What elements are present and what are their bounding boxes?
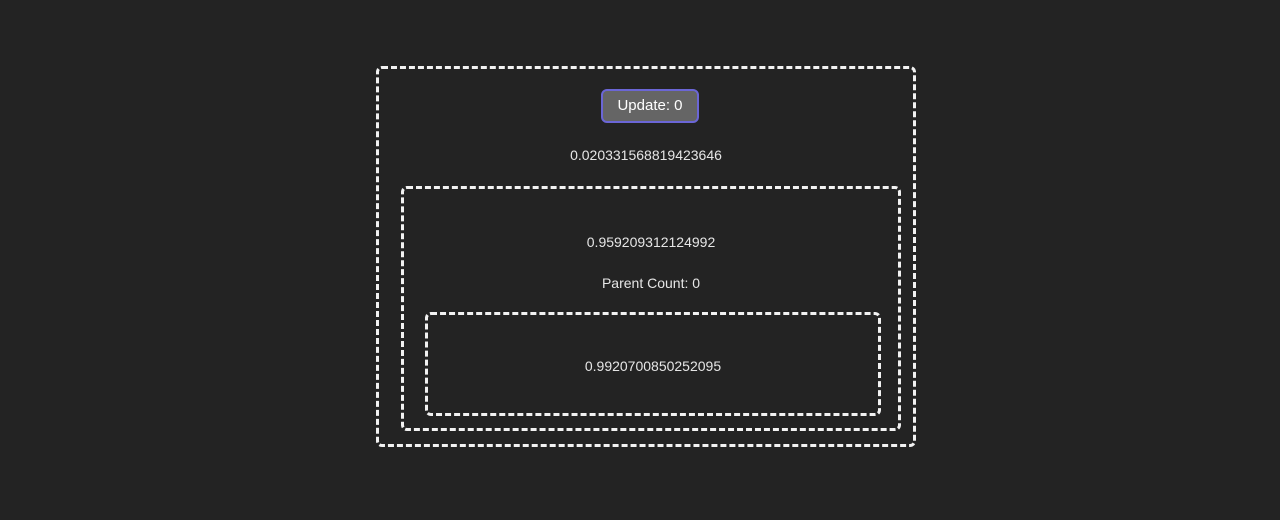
middle-component-box: 0.959209312124992 Parent Count: 0 0.9920… [401,186,901,431]
parent-count-label: Parent Count: 0 [601,275,701,291]
inner-component-box: 0.9920700850252095 [425,312,881,416]
outer-component-box: Update: 0 0.020331568819423646 0.9592093… [376,66,916,447]
update-button[interactable]: Update: 0 [601,89,699,123]
inner-random-value: 0.9920700850252095 [584,358,722,374]
page: Update: 0 0.020331568819423646 0.9592093… [0,0,1280,520]
middle-random-value: 0.959209312124992 [586,234,716,250]
outer-random-value: 0.020331568819423646 [570,147,722,163]
